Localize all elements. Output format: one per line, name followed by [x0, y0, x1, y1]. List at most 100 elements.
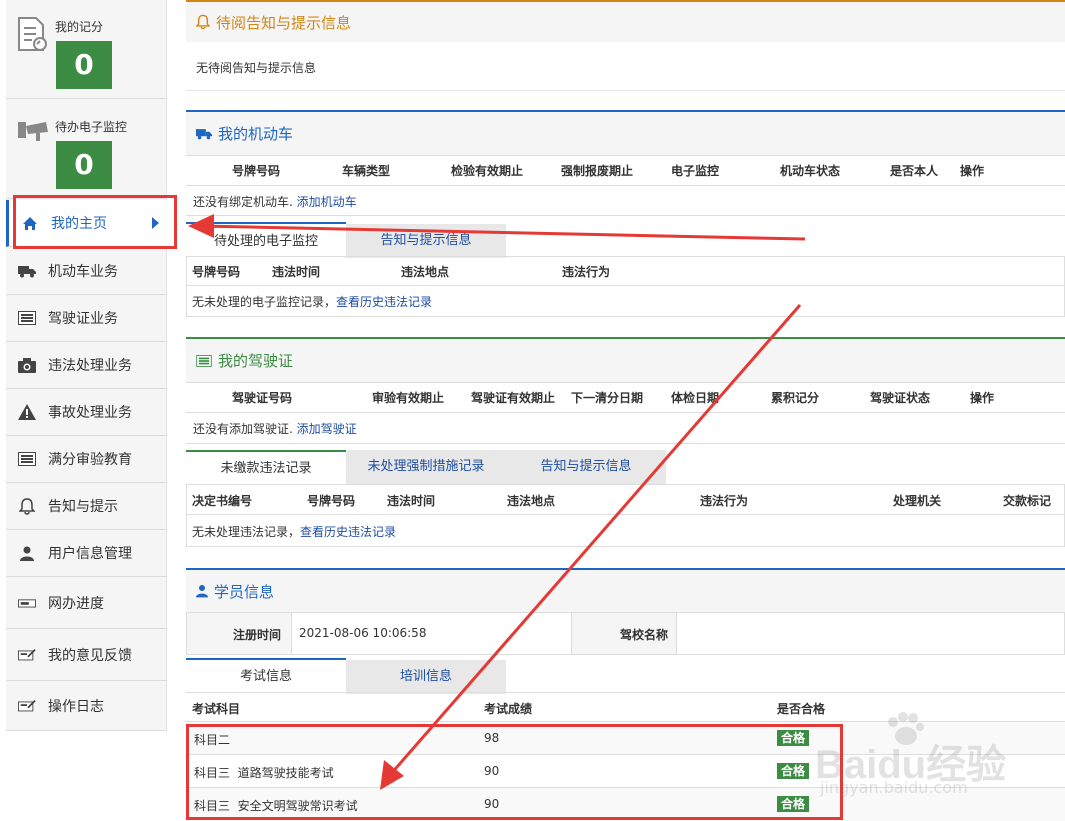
highlight-box-exams	[186, 724, 843, 820]
monitor-empty-text: 无未处理的电子监控记录，	[192, 295, 337, 309]
violation-history-link[interactable]: 查看历史违法记录	[300, 525, 396, 539]
tab-unpaid-violations[interactable]: 未缴款违法记录	[186, 450, 346, 484]
sidebar-item-label: 违法处理业务	[48, 358, 132, 374]
divider	[291, 613, 292, 654]
column-header: 车辆类型	[342, 164, 391, 178]
pending-monitor-stat[interactable]: 待办电子监控 0	[6, 100, 167, 199]
column-header: 违法行为	[562, 265, 611, 279]
column-header: 驾驶证状态	[870, 391, 931, 405]
column-header: 交款标记	[1003, 494, 1052, 508]
log-icon	[18, 698, 36, 714]
column-header: 下一清分日期	[571, 391, 644, 405]
column-header: 操作	[960, 164, 985, 178]
column-header: 决定书编号	[192, 494, 253, 508]
tab-label: 待处理的电子监控	[213, 234, 318, 249]
column-header: 违法地点	[507, 494, 556, 508]
column-header: 电子监控	[671, 164, 720, 178]
notice-title: 待阅告知与提示信息	[216, 13, 352, 32]
vehicle-empty-row: 还没有绑定机动车. 添加机动车	[193, 193, 357, 210]
notice-panel-header: 待阅告知与提示信息	[186, 0, 1065, 42]
divider	[186, 443, 1065, 444]
sidebar-item-log[interactable]: 操作日志	[6, 681, 167, 731]
notice-empty-text: 无待阅告知与提示信息	[196, 61, 317, 75]
pending-monitor-count: 0	[56, 141, 112, 189]
driving-school-label: 驾校名称	[620, 628, 669, 642]
divider	[186, 215, 1065, 216]
tab-label: 未处理强制措施记录	[367, 459, 485, 474]
license-panel-header: 我的驾驶证	[186, 337, 1065, 382]
truck-icon	[18, 263, 36, 279]
divider	[187, 514, 1064, 515]
sidebar-item-license[interactable]: 驾驶证业务	[6, 295, 167, 342]
tab-exam-info[interactable]: 考试信息	[186, 658, 346, 692]
column-header: 违法行为	[700, 494, 749, 508]
score-label: 我的记分	[55, 20, 104, 34]
column-header: 号牌号码	[307, 494, 356, 508]
license-title: 我的驾驶证	[218, 352, 294, 370]
divider	[186, 90, 1065, 91]
sidebar-item-vehicle[interactable]: 机动车业务	[6, 248, 167, 295]
column-header: 是否本人	[890, 164, 939, 178]
user-icon	[196, 584, 208, 598]
sidebar-item-education[interactable]: 满分审验教育	[6, 436, 167, 483]
tab-label: 培训信息	[399, 669, 452, 684]
vehicle-empty-text: 还没有绑定机动车.	[193, 195, 293, 209]
column-header: 操作	[970, 391, 995, 405]
column-header: 审验有效期止	[372, 391, 445, 405]
add-license-link[interactable]: 添加驾驶证	[297, 422, 357, 436]
column-header: 违法时间	[387, 494, 436, 508]
sidebar-item-label: 操作日志	[48, 698, 104, 715]
column-header: 号牌号码	[192, 265, 241, 279]
surveillance-camera-icon	[16, 120, 50, 147]
monitor-history-link[interactable]: 查看历史违法记录	[336, 295, 432, 309]
tab-notice-info[interactable]: 告知与提示信息	[506, 450, 666, 484]
column-header: 体检日期	[671, 391, 720, 405]
score-document-icon	[16, 16, 48, 57]
column-header: 是否合格	[777, 702, 826, 716]
tab-notice-info[interactable]: 告知与提示信息	[346, 224, 506, 258]
score-count: 0	[56, 41, 112, 89]
tab-label: 告知与提示信息	[540, 459, 632, 474]
sidebar-item-label: 告知与提示	[48, 499, 118, 515]
add-vehicle-link[interactable]: 添加机动车	[297, 195, 357, 209]
sidebar-item-label: 事故处理业务	[48, 405, 132, 421]
tab-training-info[interactable]: 培训信息	[346, 660, 506, 694]
warning-icon	[18, 404, 36, 420]
column-header: 违法时间	[272, 265, 321, 279]
sidebar-item-notice[interactable]: 告知与提示	[6, 483, 167, 530]
tab-label: 告知与提示信息	[380, 233, 472, 248]
column-header: 机动车状态	[780, 164, 841, 178]
tab-pending-monitor[interactable]: 待处理的电子监控	[186, 222, 346, 256]
bell-icon	[18, 497, 36, 515]
feedback-icon	[18, 647, 36, 663]
sidebar-item-label: 满分审验教育	[48, 452, 132, 468]
tab-label: 未缴款违法记录	[220, 461, 312, 476]
monitor-empty-row: 无未处理的电子监控记录，查看历史违法记录	[192, 293, 432, 310]
column-header: 考试科目	[192, 702, 241, 716]
license-empty-text: 还没有添加驾驶证.	[193, 422, 293, 436]
sidebar-item-violation[interactable]: 违法处理业务	[6, 342, 167, 389]
student-title: 学员信息	[214, 582, 275, 601]
card-icon	[18, 310, 36, 326]
sidebar-item-progress[interactable]: 网办进度	[6, 577, 167, 629]
sidebar-item-user[interactable]: 用户信息管理	[6, 530, 167, 577]
card-icon	[18, 451, 36, 467]
column-header: 累积记分	[771, 391, 820, 405]
sidebar-item-accident[interactable]: 事故处理业务	[6, 389, 167, 436]
highlight-box-home	[13, 195, 177, 249]
score-stat[interactable]: 我的记分 0	[6, 0, 167, 99]
tab-enforcement-records[interactable]: 未处理强制措施记录	[346, 450, 506, 484]
sidebar-item-label: 机动车业务	[48, 264, 118, 280]
column-header: 驾驶证号码	[232, 391, 293, 405]
student-panel-header: 学员信息	[186, 568, 1065, 612]
registration-time-label: 注册时间	[233, 628, 282, 642]
sidebar: 我的记分 0 待办电子监控 0 我的主页 机动车业务 驾驶证业务 违法处理业务 …	[6, 0, 167, 731]
vehicle-panel-header: 我的机动车	[186, 110, 1065, 155]
column-header: 处理机关	[893, 494, 942, 508]
column-header: 号牌号码	[232, 164, 281, 178]
sidebar-item-label: 我的意见反馈	[48, 647, 132, 664]
violation-empty-row: 无未处理违法记录，查看历史违法记录	[192, 523, 396, 540]
column-header: 强制报废期止	[561, 164, 634, 178]
sidebar-item-feedback[interactable]: 我的意见反馈	[6, 629, 167, 681]
vehicle-title: 我的机动车	[218, 125, 294, 143]
